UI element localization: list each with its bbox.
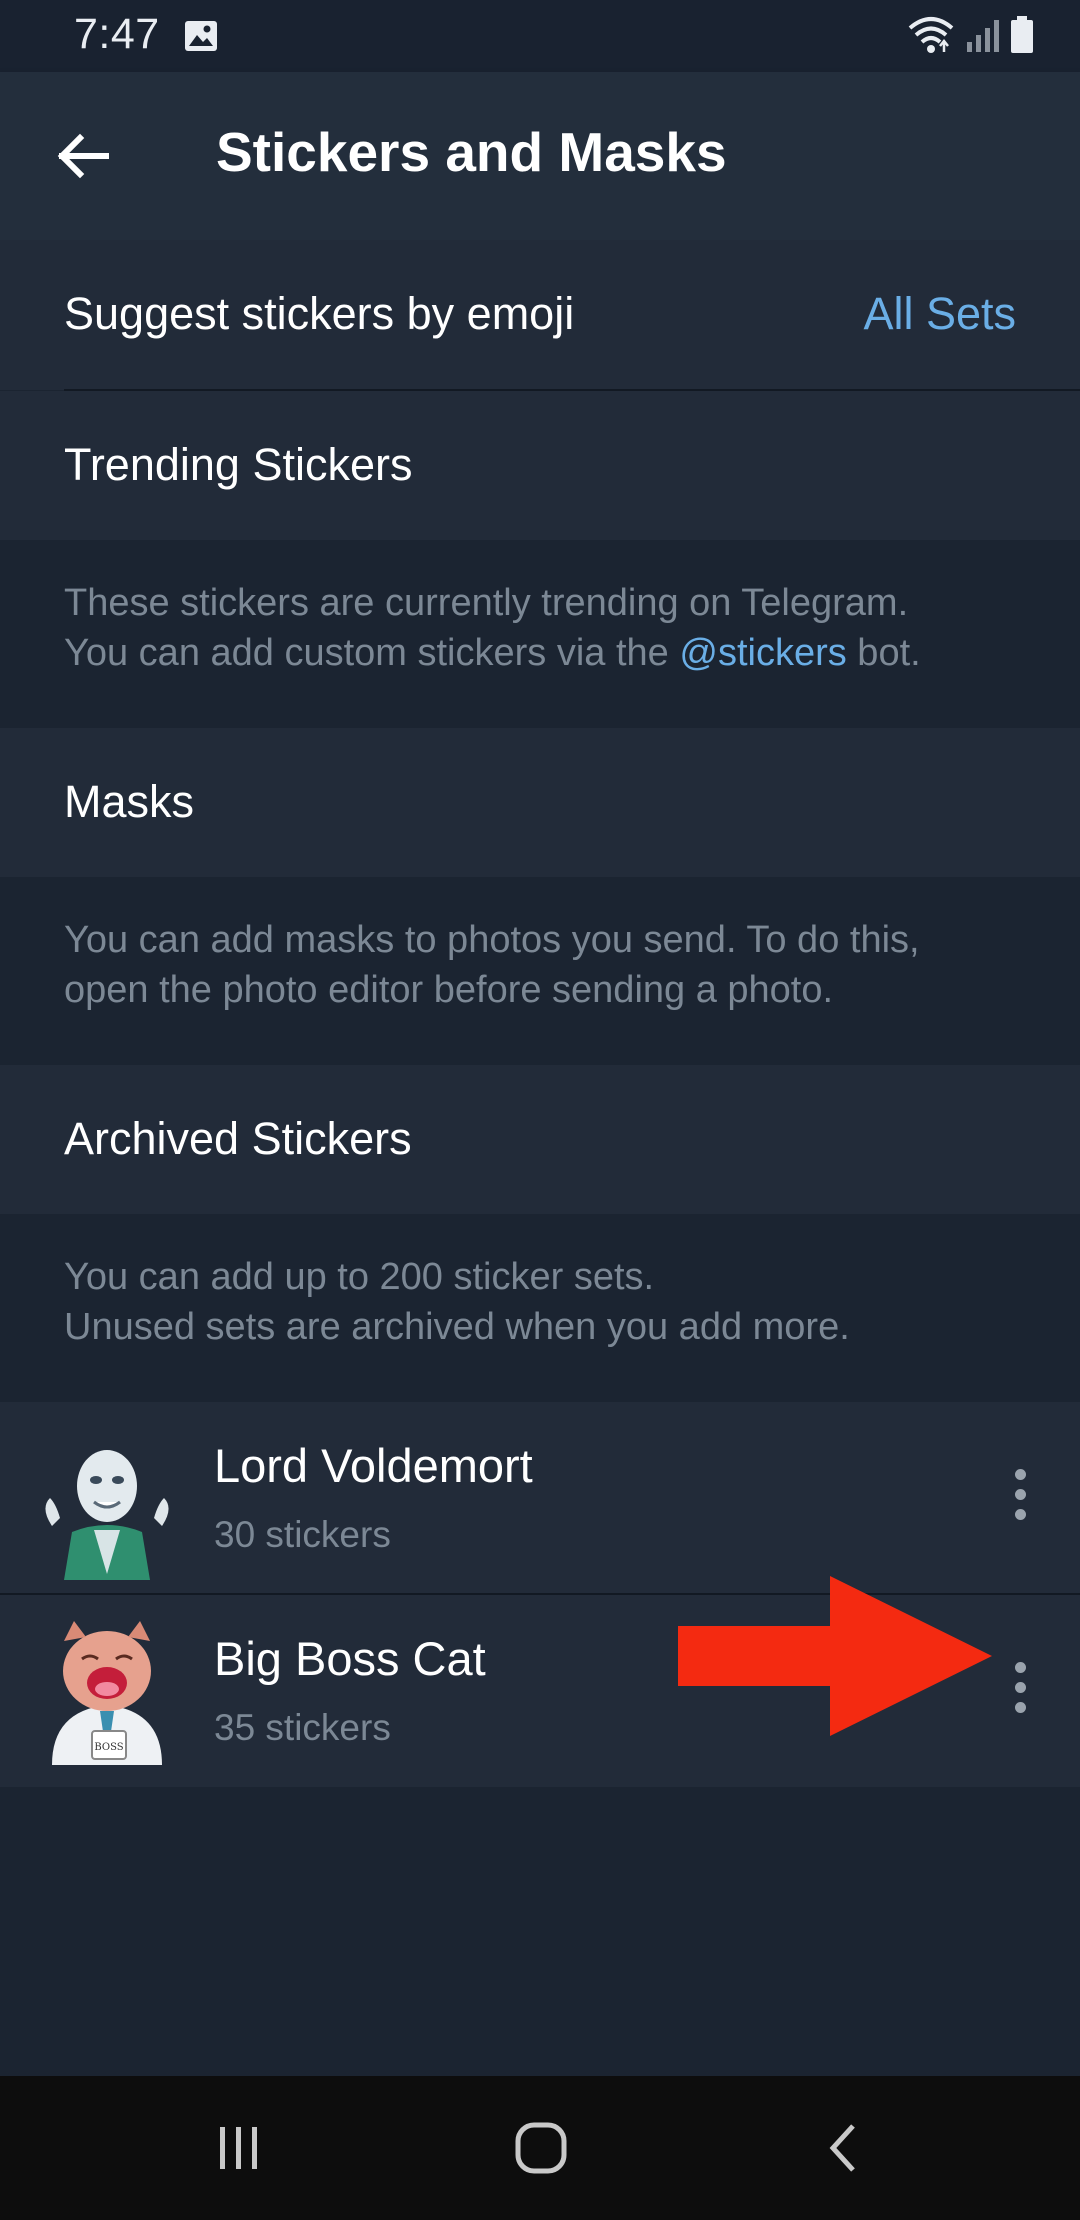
status-bar: 7:47 (0, 0, 1080, 72)
page-title: Stickers and Masks (216, 121, 727, 183)
app-bar: Stickers and Masks (0, 72, 1080, 240)
more-options-button[interactable] (990, 1637, 1050, 1737)
more-vert-icon (1014, 1661, 1026, 1673)
system-back-button[interactable] (798, 2112, 888, 2184)
masks-info: You can add masks to photos you send. To… (0, 877, 1080, 1065)
sticker-set-row[interactable]: Lord Voldemort 30 stickers (0, 1402, 1080, 1594)
archived-info-line1: You can add up to 200 sticker sets. (64, 1256, 655, 1298)
trending-stickers-row[interactable]: Trending Stickers (0, 391, 1080, 540)
stickers-bot-link[interactable]: @stickers (679, 632, 846, 674)
sticker-set-thumbnail: BOSS (34, 1619, 180, 1765)
more-options-button[interactable] (990, 1444, 1050, 1544)
mug-label: BOSS (94, 1742, 123, 1753)
navigation-bar (0, 2076, 1080, 2220)
archived-info: You can add up to 200 sticker sets. Unus… (0, 1214, 1080, 1402)
trending-info-pre: You can add custom stickers via the (64, 632, 680, 674)
status-time: 7:47 (74, 10, 160, 58)
sticker-set-name: Big Boss Cat (214, 1632, 486, 1685)
trending-stickers-label: Trending Stickers (64, 439, 413, 490)
archived-info-line2: Unused sets are archived when you add mo… (64, 1306, 850, 1348)
more-vert-icon (1014, 1468, 1026, 1480)
suggest-stickers-value: All Sets (863, 288, 1016, 339)
trending-info-line1: These stickers are currently trending on… (64, 582, 909, 624)
masks-label: Masks (64, 776, 195, 827)
image-icon (183, 19, 219, 58)
sticker-set-name: Lord Voldemort (214, 1439, 533, 1492)
arrow-left-icon (57, 133, 109, 179)
suggest-stickers-label: Suggest stickers by emoji (64, 288, 575, 339)
sticker-set-count: 30 stickers (214, 1514, 391, 1555)
red-arrow-annotation (678, 1576, 992, 1736)
sticker-set-count: 35 stickers (214, 1707, 391, 1748)
recents-icon (220, 2127, 257, 2169)
archived-stickers-row[interactable]: Archived Stickers (0, 1065, 1080, 1214)
back-icon (829, 2124, 855, 2172)
recents-button[interactable] (194, 2112, 284, 2184)
sticker-set-thumbnail (34, 1434, 180, 1580)
masks-info-line1: You can add masks to photos you send. To… (64, 919, 920, 961)
archived-stickers-label: Archived Stickers (64, 1113, 412, 1164)
masks-info-line2: open the photo editor before sending a p… (64, 969, 834, 1011)
masks-row[interactable]: Masks (0, 728, 1080, 877)
trending-info: These stickers are currently trending on… (0, 540, 1080, 728)
suggest-stickers-row[interactable]: Suggest stickers by emoji All Sets (0, 240, 1080, 390)
battery-icon (1010, 16, 1034, 59)
back-button[interactable] (40, 114, 124, 198)
home-button[interactable] (496, 2112, 586, 2184)
signal-icon (966, 18, 1000, 59)
trending-info-post: bot. (846, 632, 921, 674)
home-icon (515, 2122, 567, 2174)
wifi-icon (906, 14, 956, 59)
